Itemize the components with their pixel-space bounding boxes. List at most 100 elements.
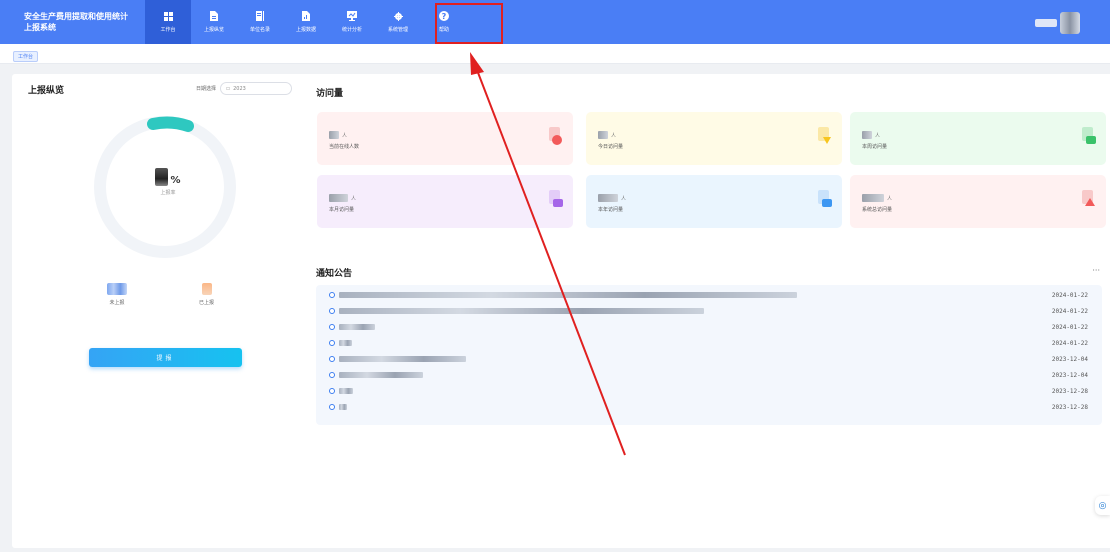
nav-item-unit-directory[interactable]: 单位名录 [237, 0, 283, 44]
notice-date: 2024-01-22 [1051, 307, 1088, 315]
visit-card-today: 人 今日访问量 [586, 112, 842, 165]
visit-unit: 人 [887, 196, 893, 202]
unreported-stat: 未上报 [107, 283, 127, 306]
report-rate-value [155, 168, 169, 186]
nav-label: 上报数据 [295, 27, 316, 33]
report-data-icon [302, 11, 310, 21]
notice-item[interactable]: 2023-12-04 [316, 351, 1102, 367]
date-value: 2023 [233, 85, 246, 92]
top-header: 安全生产费用提取和使用统计 上报系统 工作台 上报纵览 单位名录 上报数据 统计… [0, 0, 1110, 44]
bullet-icon [329, 388, 335, 394]
bullet-icon [329, 340, 335, 346]
notice-item[interactable]: 2024-01-22 [316, 319, 1102, 335]
unit-directory-icon [256, 11, 264, 21]
visit-value [598, 131, 608, 139]
unreported-label: 未上报 [109, 300, 125, 306]
nav-label: 系统管理 [387, 26, 408, 33]
submit-report-button[interactable]: 提报 [89, 348, 242, 367]
nav-item-report-data[interactable]: 上报数据 [283, 0, 329, 44]
nav-label: 统计分析 [341, 27, 362, 33]
notice-text [339, 308, 704, 314]
reported-stat: 已上报 [199, 283, 214, 306]
bullet-icon [329, 356, 335, 362]
notice-date: 2024-01-22 [1051, 291, 1088, 299]
bullet-icon [329, 404, 335, 410]
dashboard-main: 访问量 人 当前在线人数 人 今日访问量 人 本周访问量 人 本月访问量 人 本… [304, 74, 1110, 548]
notice-text [339, 292, 797, 298]
nav-item-system-management[interactable]: 系统管理 [375, 0, 421, 44]
customer-service-button[interactable]: ◎ [1095, 496, 1110, 515]
reported-label: 已上报 [199, 300, 215, 306]
nav-item-workbench[interactable]: 工作台 [145, 0, 191, 44]
bullet-icon [329, 324, 335, 330]
report-overview-card: 上报纵览 日期选择 ▫ 2023 % 上报率 未上报 已上报 提报 [12, 74, 308, 548]
app-title-line2: 上报系统 [24, 23, 56, 32]
app-title: 安全生产费用提取和使用统计 上报系统 [0, 11, 145, 33]
notice-item[interactable]: 2024-01-22 [316, 287, 1102, 303]
visitor-icon [1082, 190, 1095, 206]
notice-date: 2023-12-28 [1051, 403, 1088, 411]
report-rate-label: 上报率 [160, 190, 176, 196]
notice-text [339, 340, 352, 346]
calendar-icon: ▫ [226, 85, 231, 92]
reported-count [201, 283, 212, 295]
main-nav: 工作台 上报纵览 单位名录 上报数据 统计分析 系统管理 ? 帮助 [145, 0, 467, 44]
notice-item[interactable]: 2023-12-28 [316, 383, 1102, 399]
visitor-icon [549, 127, 562, 145]
visit-label: 本年访问量 [598, 207, 624, 213]
nav-label: 上报纵览 [203, 27, 224, 33]
date-filter-label: 日期选择 [196, 86, 217, 92]
unreported-count [107, 283, 127, 295]
notice-item[interactable]: 2024-01-22 [316, 303, 1102, 319]
notice-date: 2023-12-28 [1051, 387, 1088, 395]
visit-unit: 人 [875, 133, 881, 139]
notice-text [339, 356, 466, 362]
notice-item[interactable]: 2024-01-22 [316, 335, 1102, 351]
notice-text [339, 404, 347, 410]
visit-card-week: 人 本周访问量 [850, 112, 1106, 165]
help-highlight-box [435, 3, 503, 44]
date-filter: 日期选择 ▫ 2023 [196, 82, 293, 95]
bullet-icon [329, 292, 335, 298]
notice-date: 2023-12-04 [1051, 355, 1088, 363]
notices-title: 通知公告 [316, 269, 353, 279]
user-name [1035, 19, 1057, 27]
visit-value [862, 194, 884, 202]
bullet-icon [329, 372, 335, 378]
nav-item-report-overview[interactable]: 上报纵览 [191, 0, 237, 44]
visit-card-year: 人 本年访问量 [586, 175, 842, 228]
visit-unit: 人 [611, 133, 617, 139]
visitor-icon [549, 190, 563, 207]
avatar[interactable] [1060, 12, 1080, 34]
visit-value [862, 131, 872, 139]
report-rate: % 上报率 [146, 168, 190, 196]
nav-item-statistics[interactable]: 统计分析 [329, 0, 375, 44]
visit-label: 本月访问量 [329, 207, 355, 213]
visit-label: 系统总访问量 [862, 207, 893, 213]
date-picker[interactable]: ▫ 2023 [220, 82, 293, 95]
visit-card-online: 人 当前在线人数 [317, 112, 573, 165]
visit-unit: 人 [351, 196, 357, 202]
tab-bar: 工作台 [0, 44, 1110, 64]
app-title-line1: 安全生产费用提取和使用统计 [24, 12, 128, 21]
notice-date: 2024-01-22 [1051, 339, 1088, 347]
visitor-icon [818, 127, 831, 144]
notices-more-button[interactable]: ··· [1092, 266, 1100, 275]
report-overview-title: 上报纵览 [28, 86, 65, 96]
notice-list: 2024-01-22 2024-01-22 2024-01-22 2024-01… [316, 285, 1102, 425]
user-menu[interactable] [1035, 12, 1080, 34]
nav-label: 工作台 [160, 26, 176, 33]
visit-unit: 人 [342, 133, 348, 139]
percent-sign: % [170, 175, 181, 186]
visitor-icon [1082, 127, 1096, 144]
bullet-icon [329, 308, 335, 314]
notice-item[interactable]: 2023-12-28 [316, 399, 1102, 415]
notice-text [339, 324, 375, 330]
visit-card-total: 人 系统总访问量 [850, 175, 1106, 228]
visit-card-month: 人 本月访问量 [317, 175, 573, 228]
visit-value [598, 194, 618, 202]
notice-item[interactable]: 2023-12-04 [316, 367, 1102, 383]
gear-icon [393, 11, 403, 21]
tab-workbench[interactable]: 工作台 [13, 51, 39, 62]
service-icon: ◎ [1098, 500, 1107, 511]
